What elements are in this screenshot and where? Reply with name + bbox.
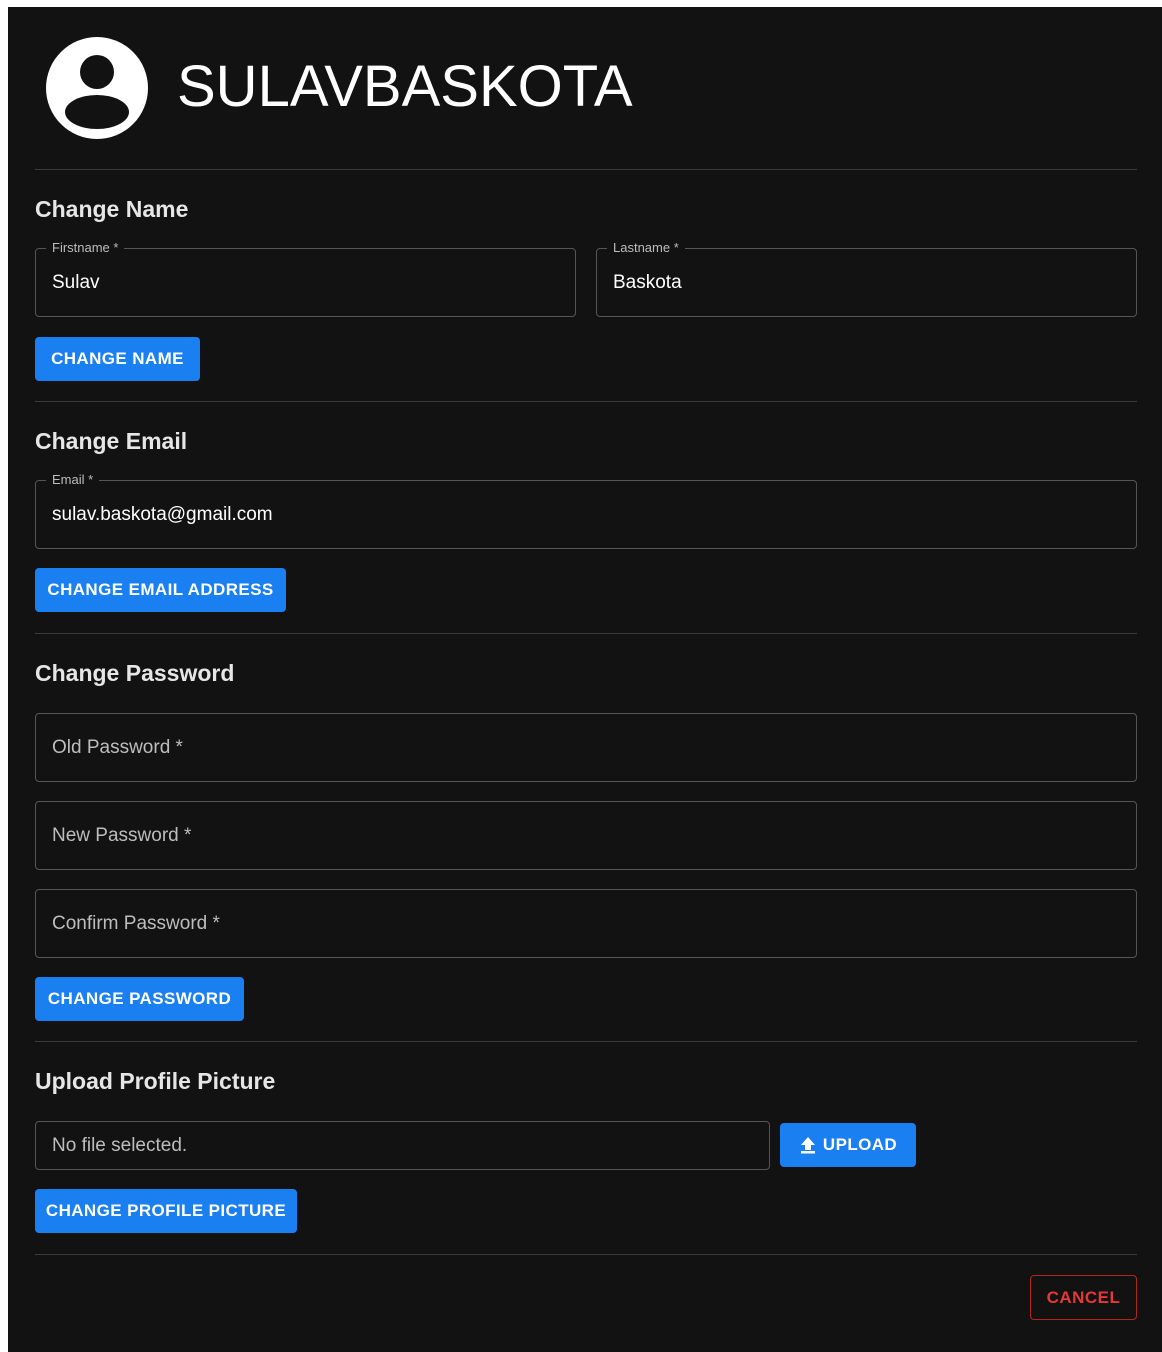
upload-button[interactable]: UPLOAD [780,1123,916,1167]
change-email-title: Change Email [35,428,188,454]
firstname-value[interactable]: Sulav [52,271,100,295]
change-name-title: Change Name [35,196,189,222]
change-profile-picture-button[interactable]: CHANGE PROFILE PICTURE [35,1189,297,1233]
section-divider [35,401,1137,402]
lastname-value[interactable]: Baskota [613,271,682,295]
account-circle-icon [45,36,149,140]
profile-header: SULAVBASKOTA [8,7,1162,169]
upload-arrow-icon [799,1136,817,1154]
confirm-password-placeholder: Confirm Password * [52,913,220,934]
section-divider [35,1254,1137,1255]
lastname-label: Lastname * [607,240,685,256]
email-value[interactable]: sulav.baskota@gmail.com [52,503,273,527]
old-password-placeholder: Old Password * [52,737,183,758]
change-password-button[interactable]: CHANGE PASSWORD [35,977,244,1021]
username-heading: SULAVBASKOTA [177,54,633,119]
upload-picture-title: Upload Profile Picture [35,1068,276,1094]
profile-settings-panel: SULAVBASKOTA Change Name Firstname * Sul… [8,7,1162,1352]
cancel-button[interactable]: CANCEL [1030,1275,1137,1320]
new-password-field[interactable]: New Password * [35,801,1137,870]
section-divider [35,169,1137,170]
email-label: Email * [46,472,100,488]
section-divider [35,1041,1137,1042]
new-password-placeholder: New Password * [52,825,192,846]
change-name-button[interactable]: CHANGE NAME [35,337,200,381]
email-field[interactable]: Email * sulav.baskota@gmail.com [35,472,1137,549]
change-email-button[interactable]: CHANGE EMAIL ADDRESS [35,568,286,612]
file-name-field[interactable]: No file selected. [35,1121,770,1170]
section-divider [35,633,1137,634]
old-password-field[interactable]: Old Password * [35,713,1137,782]
upload-button-label: UPLOAD [822,1135,898,1154]
firstname-field[interactable]: Firstname * Sulav [35,240,576,317]
change-password-title: Change Password [35,660,235,686]
confirm-password-field[interactable]: Confirm Password * [35,889,1137,958]
lastname-field[interactable]: Lastname * Baskota [596,240,1137,317]
file-placeholder: No file selected. [52,1135,188,1156]
firstname-label: Firstname * [46,240,125,256]
